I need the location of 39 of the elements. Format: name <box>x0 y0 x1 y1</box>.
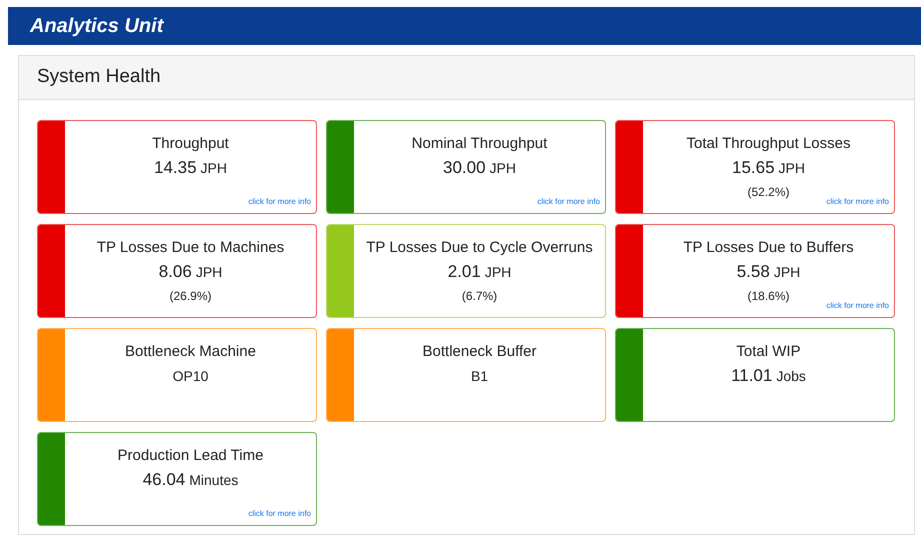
panel-title: System Health <box>37 65 161 90</box>
metric-unit: JPH <box>490 159 516 178</box>
metric-value: 5.58 <box>736 262 770 282</box>
more-info-link[interactable]: click for more info <box>826 196 889 208</box>
metric-value: 8.06 <box>158 262 192 282</box>
metric-value: 14.35 <box>154 158 197 178</box>
metric-unit: Jobs <box>776 367 806 386</box>
metric-value: 11.01 <box>731 366 772 386</box>
metric-unit: JPH <box>778 159 805 178</box>
metric-percent: (6.7%) <box>462 288 498 305</box>
metric-title: Bottleneck Machine <box>125 343 256 361</box>
metric-value: B1 <box>470 367 488 386</box>
metric-title: Bottleneck Buffer <box>422 343 536 361</box>
metric-unit: JPH <box>200 159 227 178</box>
metric-title: Throughput <box>152 135 229 153</box>
metric-value: 46.04 <box>142 470 186 490</box>
metric-title: Production Lead Time <box>118 447 264 465</box>
more-info-link[interactable]: click for more info <box>248 508 311 520</box>
metric-value: OP10 <box>172 367 208 386</box>
metric-value: 30.00 <box>443 158 486 178</box>
more-info-link[interactable]: click for more info <box>248 196 311 208</box>
metric-title: TP Losses Due to Machines <box>96 239 284 257</box>
more-info-link[interactable]: click for more info <box>826 300 889 312</box>
metric-unit: Minutes <box>189 471 238 490</box>
metric-title: TP Losses Due to Buffers <box>683 239 854 257</box>
metric-title: Total WIP <box>736 343 801 361</box>
metric-percent: (18.6%) <box>747 288 790 305</box>
metric-percent: (52.2%) <box>747 184 790 201</box>
metric-value: 2.01 <box>448 262 481 282</box>
app-title: Analytics Unit <box>30 14 164 39</box>
metric-unit: JPH <box>774 263 800 282</box>
metric-title: Total Throughput Losses <box>686 135 850 153</box>
more-info-link[interactable]: click for more info <box>537 196 600 208</box>
metric-title: TP Losses Due to Cycle Overruns <box>366 239 593 257</box>
metric-title: Nominal Throughput <box>412 135 548 153</box>
metric-unit: JPH <box>196 263 222 282</box>
metric-percent: (26.9%) <box>169 288 212 305</box>
metric-unit: JPH <box>484 263 512 282</box>
metric-value: 15.65 <box>732 158 775 178</box>
